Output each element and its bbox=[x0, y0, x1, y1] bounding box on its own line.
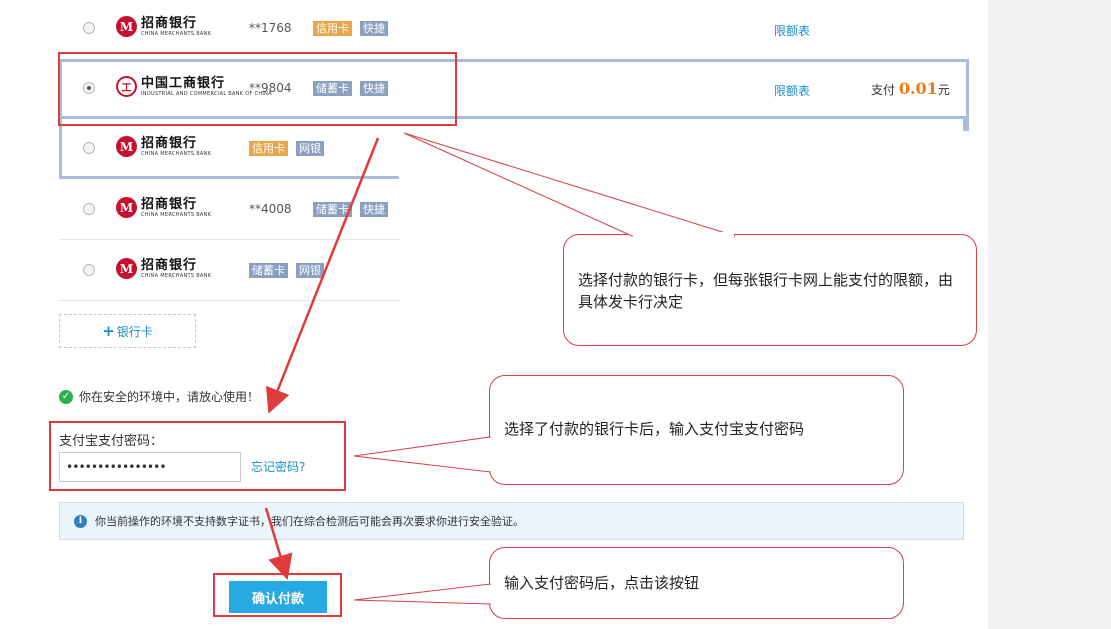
annotation-arrows bbox=[264, 132, 736, 605]
callout-pointer-2 bbox=[353, 436, 491, 473]
callout-pointer-1 bbox=[403, 132, 736, 237]
arrow-to-password bbox=[266, 137, 380, 414]
arrow-to-confirm bbox=[264, 507, 293, 580]
callout-pointer-3 bbox=[353, 583, 491, 605]
